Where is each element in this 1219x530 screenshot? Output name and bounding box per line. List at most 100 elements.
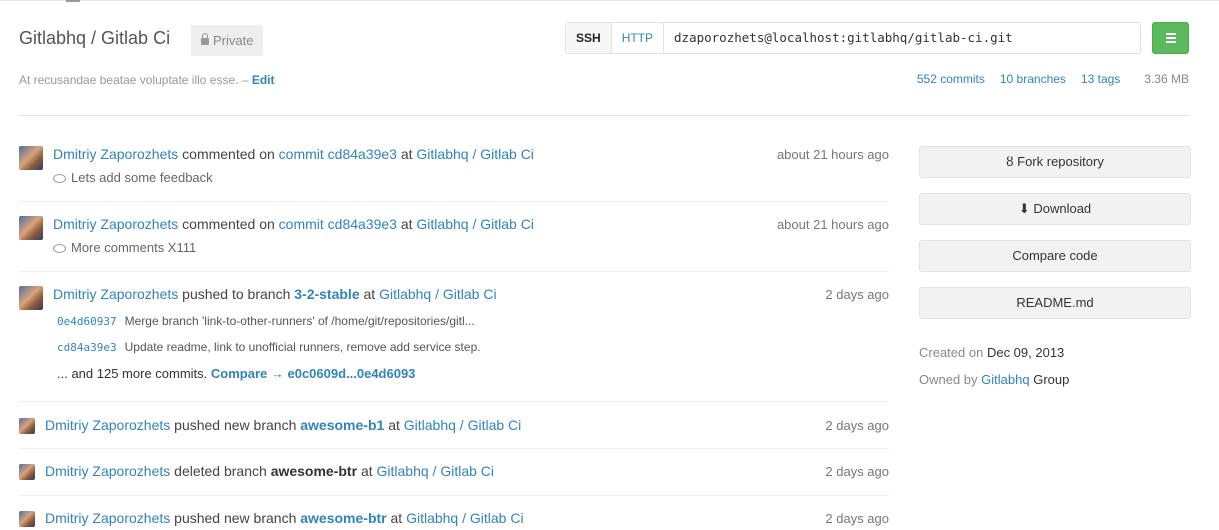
tags-count-link[interactable]: 13 tags bbox=[1081, 72, 1120, 86]
event-note: Lets add some feedback bbox=[53, 170, 213, 185]
event-branch-link[interactable]: 3-2-stable bbox=[294, 286, 359, 302]
http-button[interactable]: HTTP bbox=[612, 23, 665, 53]
event-title: Dmitriy Zaporozhets deleted branch aweso… bbox=[45, 463, 494, 479]
avatar[interactable] bbox=[19, 464, 35, 480]
event-time: 2 days ago bbox=[825, 287, 889, 302]
event-at: at bbox=[400, 216, 413, 232]
avatar[interactable] bbox=[19, 146, 43, 170]
menu-icon-bar bbox=[1166, 41, 1176, 43]
event-title: Dmitriy Zaporozhets commented on commit … bbox=[53, 146, 534, 162]
event-author-link[interactable]: Dmitriy Zaporozhets bbox=[53, 216, 178, 232]
event-time: 2 days ago bbox=[825, 511, 889, 526]
created-date: Dec 09, 2013 bbox=[986, 345, 1065, 360]
ssh-button[interactable]: SSH bbox=[566, 23, 612, 53]
header-divider bbox=[19, 115, 1189, 116]
event-item: Dmitriy Zaporozhets commented on commit … bbox=[19, 136, 889, 202]
event-author-link[interactable]: Dmitriy Zaporozhets bbox=[45, 417, 170, 433]
commit-row: cd84a39e3 Update readme, link to unoffici… bbox=[57, 340, 481, 354]
event-action: pushed to branch bbox=[182, 286, 291, 302]
more-commits-text: ... and 125 more commits. bbox=[57, 366, 208, 381]
event-time: 2 days ago bbox=[825, 418, 889, 433]
event-note-text: Lets add some feedback bbox=[71, 170, 213, 185]
compare-code-button[interactable]: Compare code bbox=[919, 240, 1191, 272]
event-at: at bbox=[363, 286, 376, 302]
event-target-link[interactable]: commit cd84a39e3 bbox=[279, 146, 397, 162]
top-nav-marker bbox=[66, 0, 80, 2]
event-action: commented on bbox=[182, 146, 275, 162]
avatar[interactable] bbox=[19, 511, 35, 527]
event-project-link[interactable]: Gitlabhq / Gitlab Ci bbox=[406, 510, 524, 526]
event-author-link[interactable]: Dmitriy Zaporozhets bbox=[45, 510, 170, 526]
event-target-link[interactable]: commit cd84a39e3 bbox=[279, 216, 397, 232]
event-note: More comments X111 bbox=[53, 240, 196, 255]
event-title: Dmitriy Zaporozhets pushed new branch aw… bbox=[45, 510, 524, 526]
event-project-link[interactable]: Gitlabhq / Gitlab Ci bbox=[377, 463, 495, 479]
event-author-link[interactable]: Dmitriy Zaporozhets bbox=[53, 286, 178, 302]
readme-button[interactable]: README.md bbox=[919, 287, 1191, 319]
commit-row: 0e4d60937 Merge branch 'link-to-other-run… bbox=[57, 314, 475, 328]
event-item: Dmitriy Zaporozhets commented on commit … bbox=[19, 202, 889, 272]
event-project-link[interactable]: Gitlabhq / Gitlab Ci bbox=[416, 146, 534, 162]
owner-link[interactable]: Gitlabhq bbox=[981, 372, 1029, 387]
owner-info: Owned by Gitlabhq Group bbox=[919, 372, 1069, 387]
owned-prefix: Owned by bbox=[919, 372, 978, 387]
description-separator: – bbox=[238, 73, 252, 87]
event-at: at bbox=[400, 146, 413, 162]
event-title: Dmitriy Zaporozhets pushed new branch aw… bbox=[45, 417, 521, 433]
download-button[interactable]: ⬇ Download bbox=[919, 193, 1191, 225]
event-author-link[interactable]: Dmitriy Zaporozhets bbox=[45, 463, 170, 479]
avatar[interactable] bbox=[19, 216, 43, 240]
menu-icon-bar bbox=[1166, 37, 1176, 39]
commit-message: Merge branch 'link-to-other-runners' of … bbox=[124, 314, 475, 328]
repo-size: 3.36 MB bbox=[1144, 72, 1189, 86]
avatar[interactable] bbox=[19, 286, 43, 310]
lock-icon bbox=[201, 33, 209, 45]
commit-sha-link[interactable]: cd84a39e3 bbox=[57, 341, 117, 354]
event-branch-link[interactable]: awesome-btr bbox=[300, 510, 386, 526]
edit-description-link[interactable]: Edit bbox=[252, 73, 275, 87]
repo-stats: 552 commits 10 branches 13 tags 3.36 MB bbox=[902, 72, 1189, 86]
clone-panel: SSH HTTP dzaporozhets@localhost:gitlabhq… bbox=[565, 22, 1142, 54]
fork-label: Fork repository bbox=[1017, 154, 1104, 169]
event-project-link[interactable]: Gitlabhq / Gitlab Ci bbox=[416, 216, 534, 232]
menu-icon-bar bbox=[1166, 33, 1176, 35]
comment-icon bbox=[53, 244, 66, 253]
download-label: Download bbox=[1033, 201, 1092, 216]
event-item: Dmitriy Zaporozhets pushed new branch aw… bbox=[19, 496, 889, 530]
project-description: At recusandae beatae voluptate illo esse… bbox=[19, 73, 275, 87]
event-at: at bbox=[390, 510, 403, 526]
project-title[interactable]: Gitlabhq / Gitlab Ci bbox=[19, 28, 170, 49]
event-project-link[interactable]: Gitlabhq / Gitlab Ci bbox=[404, 417, 522, 433]
event-title: Dmitriy Zaporozhets commented on commit … bbox=[53, 216, 534, 232]
compare-link[interactable]: Compare → e0c0609d...0e4d6093 bbox=[211, 366, 416, 381]
owner-suffix: Group bbox=[1033, 372, 1070, 387]
download-icon: ⬇ bbox=[1018, 201, 1030, 216]
commits-count-link[interactable]: 552 commits bbox=[917, 72, 985, 86]
more-commits: ... and 125 more commits. Compare → e0c0… bbox=[57, 366, 415, 381]
created-prefix: Created on bbox=[919, 345, 984, 360]
event-item: Dmitriy Zaporozhets pushed new branch aw… bbox=[19, 402, 889, 449]
fork-icon: ȣ bbox=[1006, 154, 1014, 169]
project-menu-button[interactable] bbox=[1152, 22, 1189, 54]
branches-count-link[interactable]: 10 branches bbox=[1000, 72, 1066, 86]
event-project-link[interactable]: Gitlabhq / Gitlab Ci bbox=[379, 286, 497, 302]
event-action: commented on bbox=[182, 216, 275, 232]
event-at: at bbox=[360, 463, 373, 479]
event-author-link[interactable]: Dmitriy Zaporozhets bbox=[53, 146, 178, 162]
event-time: about 21 hours ago bbox=[776, 147, 889, 162]
description-text: At recusandae beatae voluptate illo esse… bbox=[19, 73, 239, 87]
event-action: pushed new branch bbox=[174, 417, 297, 433]
event-at: at bbox=[388, 417, 400, 433]
event-note-text: More comments X111 bbox=[71, 240, 197, 255]
fork-repository-button[interactable]: ȣ Fork repository bbox=[919, 146, 1191, 178]
comment-icon bbox=[53, 174, 66, 183]
event-branch-link[interactable]: awesome-b1 bbox=[300, 417, 384, 433]
top-border bbox=[0, 0, 1219, 2]
created-info: Created on Dec 09, 2013 bbox=[919, 345, 1064, 360]
clone-url-input[interactable]: dzaporozhets@localhost:gitlabhq/gitlab-c… bbox=[664, 23, 1140, 53]
event-item: Dmitriy Zaporozhets pushed to branch 3-2… bbox=[19, 272, 889, 402]
visibility-badge: Private bbox=[191, 25, 264, 56]
commit-sha-link[interactable]: 0e4d60937 bbox=[57, 315, 117, 328]
avatar[interactable] bbox=[19, 418, 35, 434]
event-action: pushed new branch bbox=[174, 510, 297, 526]
